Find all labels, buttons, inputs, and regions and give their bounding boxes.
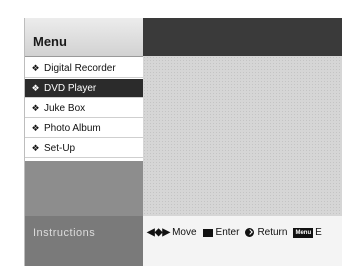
enter-label: Enter [215, 227, 240, 238]
menu-item-label: DVD Player [44, 83, 97, 94]
menu-list: ❖ Digital Recorder ❖ DVD Player ❖ Juke Box … [25, 59, 143, 159]
diamond-bullet-icon: ❖ [31, 83, 40, 93]
sidebar-empty-area [25, 161, 143, 216]
menu-item-juke-box[interactable]: ❖ Juke Box [25, 99, 143, 118]
menu-title: Menu [33, 34, 67, 49]
menu-sidebar: Menu ❖ Digital Recorder ❖ DVD Player ❖ Juke… [25, 18, 143, 266]
menu-header: Menu [25, 18, 143, 57]
return-circle-icon [245, 228, 255, 237]
menu-key-icon: Menu [293, 227, 314, 238]
menu-item-label: Digital Recorder [44, 63, 116, 74]
menu-item-set-up[interactable]: ❖ Set-Up [25, 139, 143, 158]
menu-item-label: Juke Box [44, 103, 86, 114]
instructions-row: ◀◆▶ Move Enter Return Menu E [147, 227, 322, 238]
instructions-label-panel: Instructions [25, 216, 143, 266]
content-area [143, 56, 342, 216]
menu-item-digital-recorder[interactable]: ❖ Digital Recorder [25, 59, 143, 78]
diamond-bullet-icon: ❖ [31, 143, 40, 153]
menu-item-label: Photo Album [44, 123, 101, 134]
diamond-bullet-icon: ❖ [31, 123, 40, 133]
instructions-bar: ◀◆▶ Move Enter Return Menu E [143, 216, 342, 266]
four-way-arrows-icon: ◀◆▶ [147, 227, 171, 238]
instructions-trailing-text: E [315, 227, 322, 238]
content-header [143, 18, 342, 56]
osd-screen: Menu ❖ Digital Recorder ❖ DVD Player ❖ Juke… [24, 18, 342, 266]
menu-item-label: Set-Up [44, 143, 76, 154]
menu-item-photo-album[interactable]: ❖ Photo Album [25, 119, 143, 138]
enter-key-icon [202, 228, 213, 237]
diamond-bullet-icon: ❖ [31, 63, 40, 73]
move-label: Move [172, 227, 197, 238]
return-label: Return [257, 227, 288, 238]
diamond-bullet-icon: ❖ [31, 103, 40, 113]
menu-item-dvd-player[interactable]: ❖ DVD Player [25, 79, 143, 98]
instructions-label: Instructions [33, 227, 96, 239]
